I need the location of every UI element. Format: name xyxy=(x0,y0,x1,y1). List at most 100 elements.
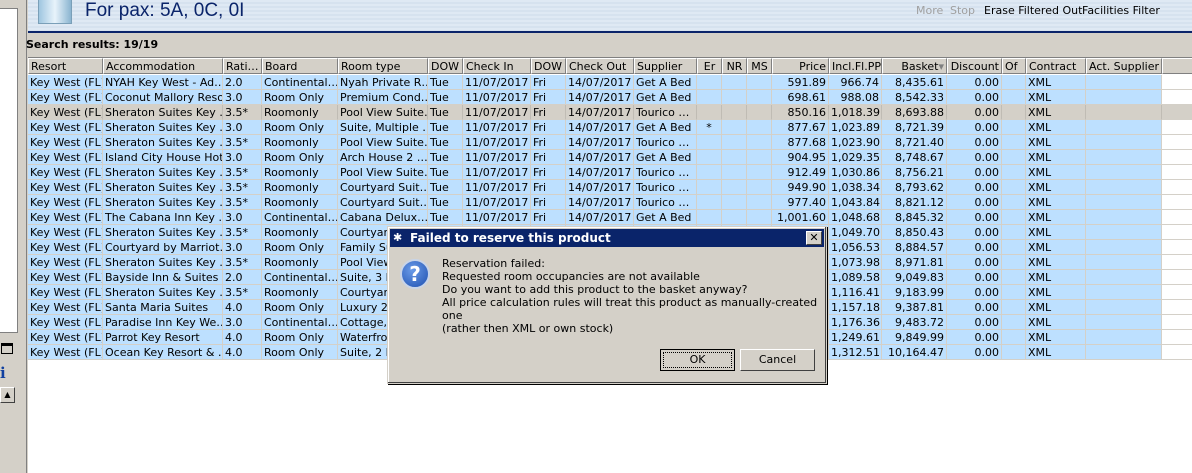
act-supplier-cell xyxy=(1086,165,1162,180)
cancel-button[interactable]: Cancel xyxy=(740,349,815,371)
column-header-dow-in[interactable]: DOW xyxy=(428,58,463,74)
table-row[interactable]: Key West (FL) Sheraton Suites Key … 3.5* Ro… xyxy=(28,105,1192,120)
column-header-price[interactable]: Price xyxy=(772,58,829,74)
table-row[interactable]: Key West (FL) Sheraton Suites Key … 3.5* Ro… xyxy=(28,195,1192,210)
check-in-cell: 11/07/2017 xyxy=(463,180,531,195)
accommodation-cell: Courtyard by Marriot… xyxy=(103,240,223,255)
board-cell: Room Only xyxy=(262,345,338,360)
accommodation-cell: Sheraton Suites Key … xyxy=(103,255,223,270)
erase-filtered-out-button[interactable]: Erase Filtered Out xyxy=(984,4,1082,17)
act-supplier-cell xyxy=(1086,75,1162,90)
column-header-incl-fl-pp[interactable]: Incl.Fl.PP xyxy=(829,58,882,74)
table-row[interactable]: Key West (FL) Coconut Mallory Resort 3.0 Ro… xyxy=(28,90,1192,105)
table-row[interactable]: Key West (FL) Sheraton Suites Key … 3.0 Roo… xyxy=(28,120,1192,135)
basket-cell: 9,049.83 xyxy=(882,270,947,285)
er-cell xyxy=(697,150,722,165)
column-header-ms[interactable]: MS xyxy=(747,58,772,74)
incl-fl-pp-cell: 1,023.90 xyxy=(829,135,882,150)
check-out-cell: 14/07/2017 xyxy=(566,195,634,210)
dow-in-cell: Tue xyxy=(428,90,463,105)
column-header-rating[interactable]: Rati… xyxy=(223,58,262,74)
facilities-filter-button[interactable]: Facilities Filter xyxy=(1082,4,1160,17)
table-row[interactable]: Key West (FL) The Cabana Inn Key … 3.0 Cont… xyxy=(28,210,1192,225)
incl-fl-pp-cell: 1,157.18 xyxy=(829,300,882,315)
resort-cell: Key West (FL) xyxy=(28,210,103,225)
dow-in-cell: Tue xyxy=(428,120,463,135)
rating-cell: 3.5* xyxy=(223,165,262,180)
column-header-room-type[interactable]: Room type xyxy=(338,58,428,74)
of-cell xyxy=(1002,240,1026,255)
column-header-basket[interactable]: Basket▾ xyxy=(882,58,947,74)
discount-cell: 0.00 xyxy=(947,270,1002,285)
contract-cell: XML xyxy=(1026,105,1086,120)
nr-cell xyxy=(722,75,747,90)
dialog-title: Failed to reserve this product xyxy=(410,231,611,245)
check-out-cell: 14/07/2017 xyxy=(566,135,634,150)
ms-cell xyxy=(747,90,772,105)
discount-cell: 0.00 xyxy=(947,300,1002,315)
basket-cell: 9,483.72 xyxy=(882,315,947,330)
column-header-act-supplier[interactable]: Act. Supplier xyxy=(1086,58,1162,74)
table-row[interactable]: Key West (FL) Sheraton Suites Key … 3.5* Ro… xyxy=(28,135,1192,150)
check-out-cell: 14/07/2017 xyxy=(566,150,634,165)
row-filler xyxy=(1162,255,1192,270)
ok-button[interactable]: OK xyxy=(660,349,735,371)
table-row[interactable]: Key West (FL) Sheraton Suites Key … 3.5* Ro… xyxy=(28,180,1192,195)
dow-in-cell: Tue xyxy=(428,135,463,150)
more-button[interactable]: More xyxy=(916,4,943,17)
of-cell xyxy=(1002,315,1026,330)
info-icon[interactable]: i xyxy=(0,364,6,382)
contract-cell: XML xyxy=(1026,150,1086,165)
scroll-up-button[interactable]: ▲ xyxy=(0,387,15,403)
column-header-resort[interactable]: Resort xyxy=(28,58,103,74)
act-supplier-cell xyxy=(1086,225,1162,240)
column-header-check-out[interactable]: Check Out xyxy=(566,58,634,74)
question-icon: ? xyxy=(400,259,430,289)
er-cell: * xyxy=(697,120,722,135)
board-cell: Roomonly xyxy=(262,195,338,210)
nr-cell xyxy=(722,210,747,225)
check-in-cell: 11/07/2017 xyxy=(463,90,531,105)
incl-fl-pp-cell: 1,312.51 xyxy=(829,345,882,360)
row-filler xyxy=(1162,225,1192,240)
left-panel-list[interactable] xyxy=(0,8,18,333)
er-cell xyxy=(697,165,722,180)
column-header-er[interactable]: Er xyxy=(697,58,722,74)
row-filler xyxy=(1162,165,1192,180)
rating-cell: 3.5* xyxy=(223,255,262,270)
column-header-check-in[interactable]: Check In xyxy=(463,58,531,74)
column-header-discount[interactable]: Discount xyxy=(947,58,1002,74)
column-header-contract[interactable]: Contract xyxy=(1026,58,1086,74)
rating-cell: 2.0 xyxy=(223,270,262,285)
price-cell: 904.95 xyxy=(772,150,829,165)
column-header-accommodation[interactable]: Accommodation xyxy=(103,58,223,74)
stop-button[interactable]: Stop xyxy=(950,4,975,17)
column-header-supplier[interactable]: Supplier xyxy=(634,58,697,74)
column-header-nr[interactable]: NR xyxy=(722,58,747,74)
room-type-cell: Pool View Suite… xyxy=(338,105,428,120)
accommodation-cell: Bayside Inn & Suites xyxy=(103,270,223,285)
check-out-cell: 14/07/2017 xyxy=(566,120,634,135)
basket-cell: 8,821.12 xyxy=(882,195,947,210)
dow-in-cell: Tue xyxy=(428,180,463,195)
column-header-board[interactable]: Board xyxy=(262,58,338,74)
act-supplier-cell xyxy=(1086,135,1162,150)
page-title: For pax: 5A, 0C, 0I xyxy=(85,0,245,21)
table-row[interactable]: Key West (FL) Sheraton Suites Key … 3.5* Ro… xyxy=(28,165,1192,180)
rating-cell: 4.0 xyxy=(223,330,262,345)
board-cell: Room Only xyxy=(262,90,338,105)
contract-cell: XML xyxy=(1026,270,1086,285)
row-filler xyxy=(1162,150,1192,165)
nr-cell xyxy=(722,135,747,150)
table-row[interactable]: Key West (FL) Island City House Hotel 3.0 R… xyxy=(28,150,1192,165)
dialog-titlebar[interactable]: ✱ Failed to reserve this product ✕ xyxy=(390,229,824,247)
rating-cell: 3.0 xyxy=(223,120,262,135)
table-row[interactable]: Key West (FL) NYAH Key West - Ad… 2.0 Conti… xyxy=(28,75,1192,90)
check-in-cell: 11/07/2017 xyxy=(463,75,531,90)
column-header-of[interactable]: Of xyxy=(1002,58,1026,74)
window-icon[interactable] xyxy=(1,343,13,354)
close-button[interactable]: ✕ xyxy=(806,231,822,245)
act-supplier-cell xyxy=(1086,255,1162,270)
of-cell xyxy=(1002,105,1026,120)
column-header-dow-out[interactable]: DOW xyxy=(531,58,566,74)
